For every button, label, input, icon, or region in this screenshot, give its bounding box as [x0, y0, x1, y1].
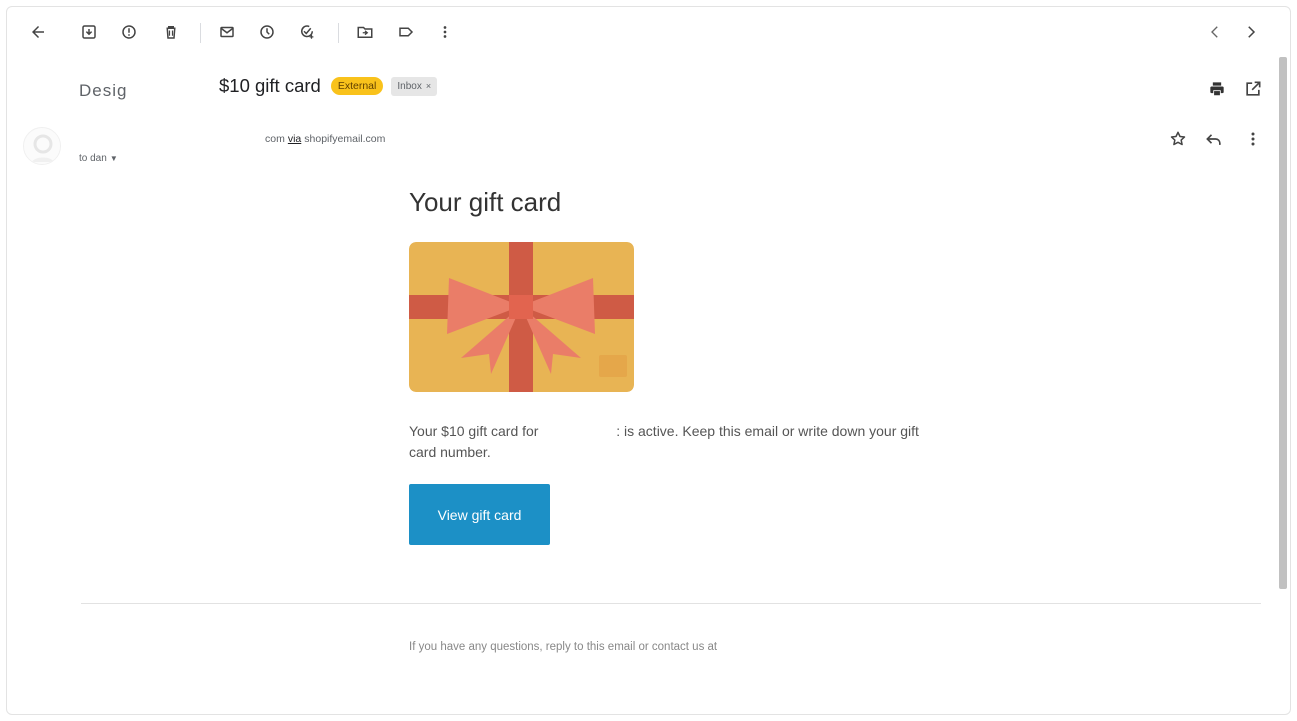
recipient-details-toggle[interactable]: to dan ▼: [79, 153, 118, 164]
sender-address: com via shopifyemail.com: [265, 133, 385, 145]
star-icon[interactable]: [1168, 129, 1188, 149]
remove-label-icon[interactable]: ×: [426, 81, 431, 91]
sender-domain: com: [265, 133, 285, 145]
archive-icon[interactable]: [78, 21, 100, 43]
subject-text: $10 gift card: [219, 75, 321, 96]
redacted-store-name: [542, 426, 613, 436]
inbox-label-text: Inbox: [397, 80, 422, 92]
more-vert-icon[interactable]: [434, 21, 456, 43]
label-icon[interactable]: [395, 21, 417, 43]
add-to-tasks-icon[interactable]: [296, 21, 318, 43]
more-options-icon[interactable]: [1243, 129, 1263, 149]
view-gift-card-button[interactable]: View gift card: [409, 484, 550, 545]
message-paragraph: Your $10 gift card for : is active. Keep…: [409, 421, 929, 463]
mark-unread-icon[interactable]: [216, 21, 238, 43]
inbox-label-chip[interactable]: Inbox ×: [391, 76, 438, 96]
caret-down-icon: ▼: [109, 154, 118, 163]
footer-divider: [81, 603, 1261, 604]
email-view: Desig $10 gift card External Inbox × com v…: [6, 6, 1291, 715]
print-icon[interactable]: [1207, 79, 1227, 99]
gift-card-text-start: Your $10 gift card for: [409, 423, 539, 439]
external-label-chip[interactable]: External: [330, 77, 384, 95]
back-arrow-icon[interactable]: [27, 21, 49, 43]
toolbar: [7, 7, 1290, 59]
move-to-icon[interactable]: [354, 21, 376, 43]
avatar[interactable]: [23, 127, 61, 165]
to-label: to dan: [79, 153, 107, 164]
scrollbar-thumb[interactable]: [1279, 57, 1287, 589]
next-chevron-icon[interactable]: [1240, 21, 1262, 43]
sender-name-short: Desig: [79, 81, 128, 100]
gift-card-image: [409, 242, 634, 392]
footer-contact-text: If you have any questions, reply to this…: [409, 641, 718, 653]
message-title: Your gift card: [409, 187, 562, 217]
subject-line: $10 gift card External Inbox ×: [219, 75, 438, 97]
snooze-icon[interactable]: [256, 21, 278, 43]
report-spam-icon[interactable]: [118, 21, 140, 43]
open-new-window-icon[interactable]: [1243, 79, 1263, 99]
prev-chevron-icon[interactable]: [1204, 21, 1226, 43]
reply-icon[interactable]: [1204, 129, 1224, 149]
delete-icon[interactable]: [160, 21, 182, 43]
via-domain: shopifyemail.com: [304, 133, 386, 145]
via-link[interactable]: via: [288, 133, 301, 145]
